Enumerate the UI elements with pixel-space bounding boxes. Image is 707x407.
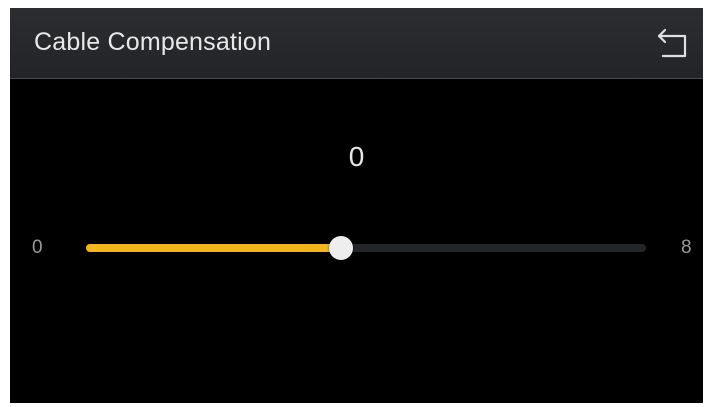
slider-min-label: 0 xyxy=(32,237,43,258)
slider-thumb[interactable] xyxy=(328,236,353,260)
back-button[interactable] xyxy=(655,26,691,60)
slider-fill xyxy=(86,244,341,252)
header-bar: Cable Compensation xyxy=(10,8,703,79)
return-arrow-icon xyxy=(657,28,687,58)
current-value: 0 xyxy=(348,141,365,172)
page-title: Cable Compensation xyxy=(34,28,272,56)
compensation-slider[interactable] xyxy=(86,232,646,264)
slider-max-label: 8 xyxy=(681,237,692,258)
cable-compensation-screen: Cable Compensation 0 0 8 xyxy=(10,8,703,403)
